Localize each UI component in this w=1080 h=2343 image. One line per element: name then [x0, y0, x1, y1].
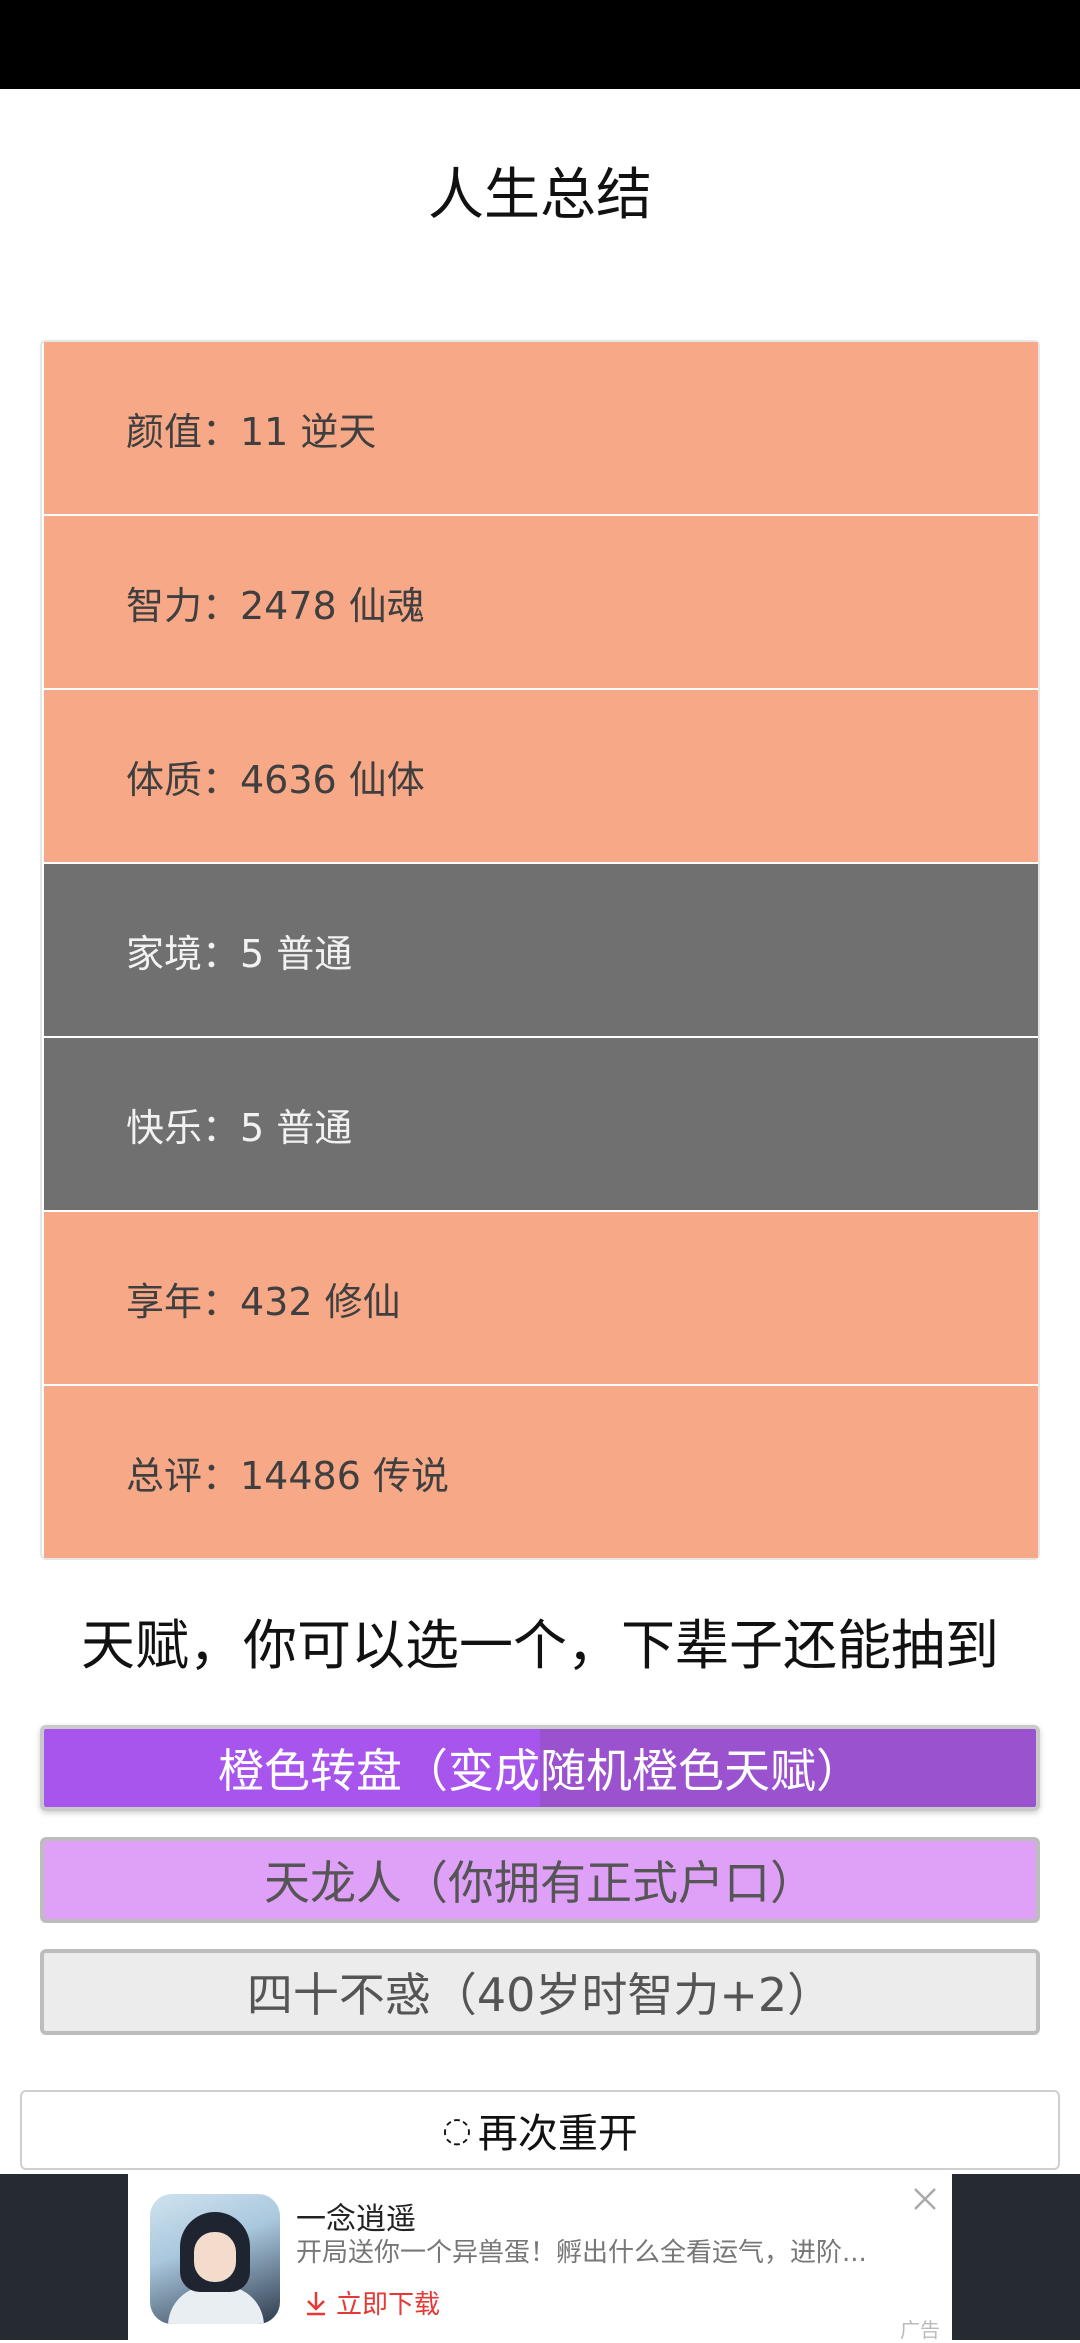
close-icon[interactable] — [910, 2184, 940, 2214]
ad-tag: 广告 — [900, 2318, 940, 2342]
talent-heading: 天赋，你可以选一个，下辈子还能抽到 — [81, 1614, 999, 1677]
restart-button[interactable]: ◌ 再次重开 — [20, 2090, 1060, 2170]
stat-row-happiness: 快乐：5 普通 — [44, 1038, 1038, 1210]
stat-row-total-score: 总评：14486 传说 — [44, 1386, 1038, 1558]
stat-row-family: 家境：5 普通 — [44, 864, 1038, 1036]
stat-row-lifespan: 享年：432 修仙 — [44, 1212, 1038, 1384]
page-title: 人生总结 — [428, 163, 652, 228]
talent-option-tianlongren[interactable]: 天龙人（你拥有正式户口） — [40, 1837, 1040, 1923]
ad-download-button[interactable]: 立即下载 — [304, 2284, 440, 2321]
ad-download-label: 立即下载 — [336, 2290, 441, 2320]
download-icon — [307, 2291, 325, 2315]
talent-option-forty[interactable]: 四十不惑（40岁时智力+2） — [40, 1949, 1040, 2035]
stat-row-appearance: 颜值：11 逆天 — [44, 342, 1038, 514]
restart-label: 再次重开 — [477, 2111, 638, 2157]
ad-banner: 一念逍遥 开局送你一个异兽蛋！孵出什么全看运气，进阶... 立即下载 广告 — [0, 2174, 1080, 2342]
refresh-icon: ◌ — [442, 2110, 472, 2150]
stat-row-constitution: 体质：4636 仙体 — [44, 690, 1038, 862]
status-bar — [0, 0, 1080, 89]
ad-card[interactable]: 一念逍遥 开局送你一个异兽蛋！孵出什么全看运气，进阶... 立即下载 广告 — [128, 2174, 952, 2342]
stat-row-intelligence: 智力：2478 仙魂 — [44, 516, 1038, 688]
stats-card: 颜值：11 逆天 智力：2478 仙魂 体质：4636 仙体 家境：5 普通 快… — [40, 340, 1040, 1560]
app-logo-icon[interactable] — [150, 2194, 280, 2324]
talent-option-orange-wheel[interactable]: 橙色转盘（变成随机橙色天赋） — [40, 1725, 1040, 1811]
ad-description: 开局送你一个异兽蛋！孵出什么全看运气，进阶... — [296, 2238, 867, 2268]
